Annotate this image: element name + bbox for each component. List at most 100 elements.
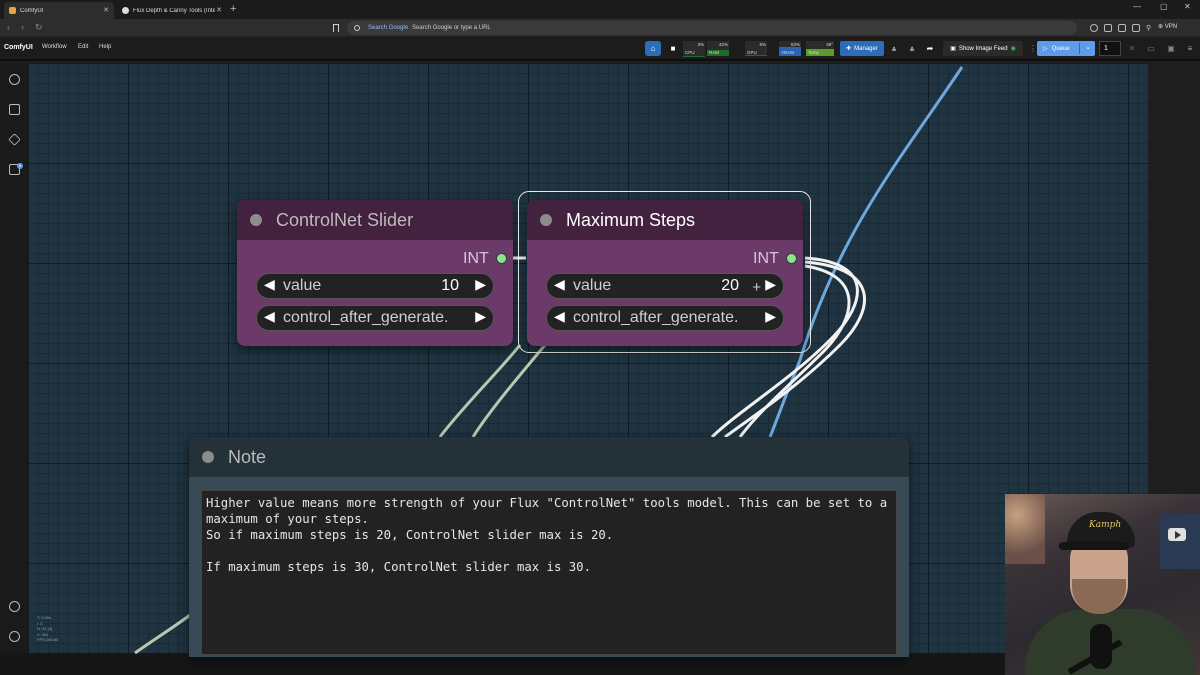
share-alt-icon[interactable]: ⩓	[904, 41, 920, 56]
left-sidebar: 9	[0, 63, 28, 653]
arrow-share-icon[interactable]: ➦	[922, 41, 938, 56]
ram-value: 42%	[718, 42, 728, 47]
widget-label: value	[573, 277, 612, 294]
theme-moon-icon[interactable]	[9, 601, 20, 612]
close-tab-icon[interactable]: ✕	[216, 6, 222, 14]
node-controlnet-slider[interactable]: ControlNet Slider INT ◀ value 10 ▶ ◀ con…	[237, 200, 513, 346]
increment-arrow-icon[interactable]: ▶	[475, 276, 486, 293]
wallet-icon[interactable]	[1132, 24, 1140, 32]
cpu-monitor: 3% CPU	[683, 41, 705, 56]
image-feed-label: Show Image Feed	[958, 45, 1008, 52]
comfyui-favicon-icon	[9, 7, 16, 14]
widget-label: control_after_generate.	[573, 309, 739, 326]
cap-logo: Kamph	[1089, 520, 1122, 530]
extension-icon[interactable]	[1090, 24, 1098, 32]
manager-button[interactable]: ✚ Manager	[840, 41, 884, 56]
queue-button[interactable]: ▷ Queue ⌄	[1037, 41, 1095, 56]
background-lamp	[1005, 494, 1045, 564]
gpu-monitor: 6% GPU	[745, 41, 767, 56]
close-tab-icon[interactable]: ✕	[103, 6, 109, 14]
forward-icon[interactable]: ›	[21, 22, 24, 33]
next-option-icon[interactable]: ▶	[765, 308, 776, 325]
share-icon[interactable]: ⩓	[886, 41, 902, 56]
puzzle-icon: ✚	[846, 46, 852, 52]
sidebar-toggle-icon[interactable]	[1118, 24, 1126, 32]
close-icon[interactable]: ✕	[1124, 41, 1140, 56]
layout-icon[interactable]: ▣	[1163, 41, 1179, 56]
collapse-dot-icon[interactable]	[202, 451, 214, 463]
play-icon: ▷	[1043, 46, 1048, 52]
node-header[interactable]: Note	[189, 437, 909, 477]
browser-address-bar: ‹ › ↻ Search Google Search Google or typ…	[0, 19, 1200, 37]
menu-workflow[interactable]: Workflow	[42, 44, 67, 50]
output-slot[interactable]	[496, 253, 507, 264]
note-textarea[interactable]: Higher value means more strength of your…	[201, 490, 897, 655]
node-header[interactable]: Maximum Steps	[527, 200, 803, 240]
canvas-render-stats: T: 0.00s I: 0 N: 31 [4] V: 201 FPS:165.8…	[37, 615, 59, 642]
broom-icon[interactable]: ⌂	[645, 41, 661, 56]
decrement-arrow-icon[interactable]: ◀	[554, 276, 565, 293]
widget-value: 20	[721, 277, 739, 294]
tab-flux-tools[interactable]: Flux Depth & Canny Tools (Integrat… ✕	[117, 2, 227, 19]
widget-label: value	[283, 277, 322, 294]
new-tab-icon[interactable]: +	[230, 3, 236, 15]
queue-count-input[interactable]: 1	[1099, 41, 1121, 56]
menu-edit[interactable]: Edit	[78, 44, 88, 50]
ram-monitor: 42% RAM	[707, 41, 729, 56]
url-placeholder: Search Google or type a URL	[412, 25, 491, 31]
temp-label: Temp	[808, 50, 820, 55]
minimize-icon[interactable]: —	[1133, 2, 1141, 11]
panel-icon[interactable]: ▭	[1143, 41, 1159, 56]
stop-icon[interactable]: ■	[665, 41, 681, 56]
hamburger-menu-icon[interactable]: ≡	[1182, 41, 1198, 56]
increment-arrow-icon[interactable]: ▶	[765, 276, 776, 293]
node-title: Maximum Steps	[566, 210, 696, 230]
settings-gear-icon[interactable]	[9, 631, 20, 642]
image-feed-icon: ▣	[950, 46, 956, 52]
vram-monitor: 62% VRAM	[779, 41, 801, 56]
browser-tab-bar: ComfyUI ✕ Flux Depth & Canny Tools (Inte…	[0, 0, 1200, 19]
queue-list-icon[interactable]	[9, 104, 20, 115]
page-favicon-icon	[122, 7, 129, 14]
vpn-button[interactable]: ⊕ VPN	[1158, 23, 1177, 30]
menu-help[interactable]: Help	[99, 44, 111, 50]
decrement-arrow-icon[interactable]: ◀	[264, 276, 275, 293]
microphone	[1090, 624, 1112, 669]
output-type-label: INT	[463, 250, 489, 267]
maximize-icon[interactable]: ▢	[1160, 2, 1168, 11]
close-window-icon[interactable]: ✕	[1184, 2, 1191, 11]
reload-icon[interactable]: ↻	[35, 22, 43, 33]
mouse-cursor-icon: +	[752, 279, 761, 296]
bookmark-icon[interactable]	[333, 24, 339, 32]
extension-icon[interactable]	[1104, 24, 1112, 32]
temp-monitor: 49° Temp	[806, 41, 834, 56]
node-note[interactable]: Note Higher value means more strength of…	[189, 437, 909, 657]
chevron-down-icon[interactable]: ⌄	[1085, 43, 1091, 51]
model-library-icon[interactable]	[8, 133, 21, 146]
show-image-feed-button[interactable]: ▣ Show Image Feed ◉	[943, 41, 1023, 56]
previous-option-icon[interactable]: ◀	[554, 308, 565, 325]
node-header[interactable]: ControlNet Slider	[237, 200, 513, 240]
gpu-value: 6%	[759, 42, 766, 47]
widget-value: 10	[441, 277, 459, 294]
value-widget[interactable]: ◀ value 20 + ▶	[546, 273, 784, 299]
previous-option-icon[interactable]: ◀	[264, 308, 275, 325]
tab-comfyui[interactable]: ComfyUI ✕	[4, 2, 114, 19]
app-menu-bar: ComfyUI Workflow Edit Help ⌂ ■ 3% CPU 42…	[0, 37, 1200, 61]
control-after-generate-widget[interactable]: ◀ control_after_generate. ▶	[546, 305, 784, 331]
node-maximum-steps[interactable]: Maximum Steps INT ◀ value 20 + ▶ ◀ contr…	[527, 200, 803, 346]
collapse-dot-icon[interactable]	[250, 214, 262, 226]
collapse-dot-icon[interactable]	[540, 214, 552, 226]
cap-brim	[1059, 542, 1129, 550]
leo-icon[interactable]: ⚲	[1146, 24, 1154, 32]
node-title: Note	[228, 447, 267, 467]
back-icon[interactable]: ‹	[7, 22, 10, 33]
history-icon[interactable]	[9, 74, 20, 85]
next-option-icon[interactable]: ▶	[475, 308, 486, 325]
output-slot[interactable]	[786, 253, 797, 264]
control-after-generate-widget[interactable]: ◀ control_after_generate. ▶	[256, 305, 494, 331]
url-input[interactable]: Search Google Search Google or type a UR…	[347, 21, 1077, 35]
youtube-play-icon	[1168, 528, 1186, 541]
value-widget[interactable]: ◀ value 10 ▶	[256, 273, 494, 299]
app-logo: ComfyUI	[4, 44, 33, 51]
